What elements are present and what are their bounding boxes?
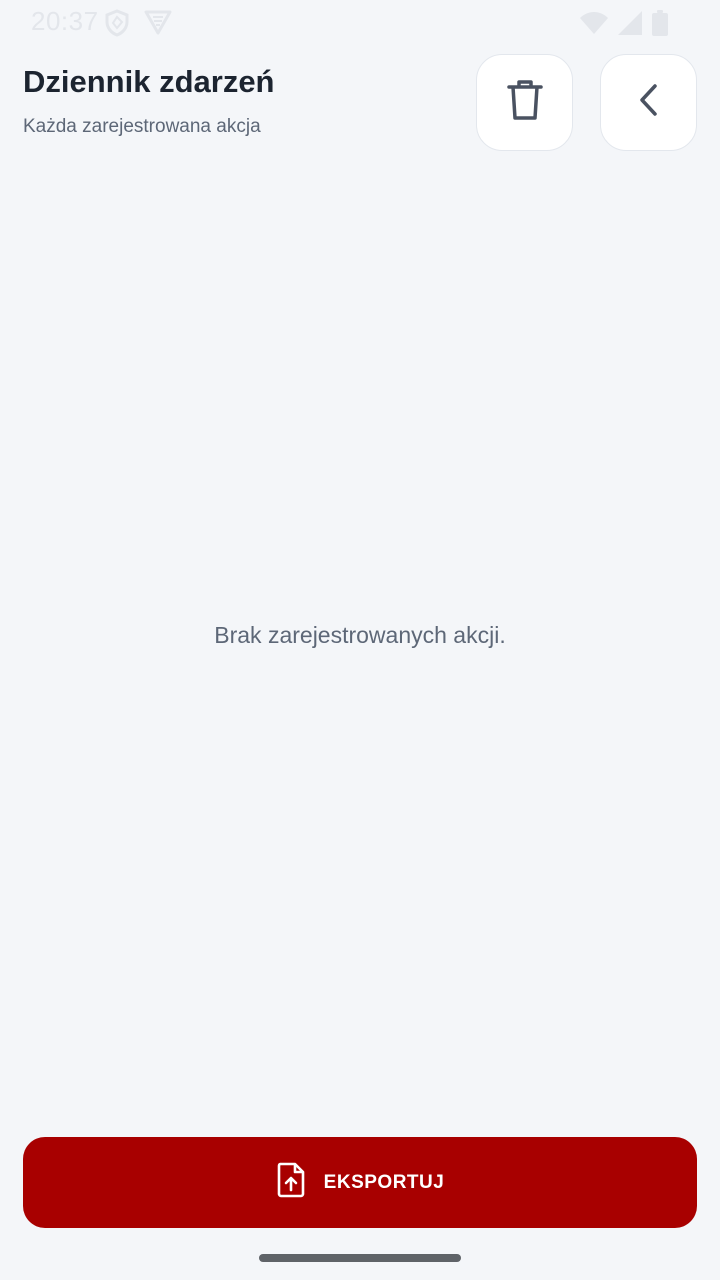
empty-state-message: Brak zarejestrowanych akcji. xyxy=(214,622,506,648)
trash-icon xyxy=(505,78,545,127)
shield-icon xyxy=(104,9,130,42)
vpn-icon xyxy=(144,9,172,42)
back-button[interactable] xyxy=(600,54,697,151)
chevron-left-icon xyxy=(637,82,661,123)
export-button[interactable]: EKSPORTUJ xyxy=(23,1137,697,1228)
status-right-icons xyxy=(580,10,668,41)
page-title: Dziennik zdarzeń xyxy=(23,64,275,99)
file-upload-icon xyxy=(276,1162,306,1203)
page-subtitle: Każda zarejestrowana akcja xyxy=(23,116,261,137)
home-indicator[interactable] xyxy=(259,1254,461,1262)
status-time: 20:37 xyxy=(31,6,99,36)
event-log-screen: 20:37 Dziennik zdarzeń Każda zarejestrow… xyxy=(0,0,720,1280)
delete-log-button[interactable] xyxy=(476,54,573,151)
status-bar: 20:37 xyxy=(0,0,720,44)
wifi-icon xyxy=(580,11,608,40)
signal-icon xyxy=(618,11,642,40)
status-left-icons xyxy=(104,9,172,42)
export-button-label: EKSPORTUJ xyxy=(323,1171,445,1193)
battery-icon xyxy=(652,10,668,41)
